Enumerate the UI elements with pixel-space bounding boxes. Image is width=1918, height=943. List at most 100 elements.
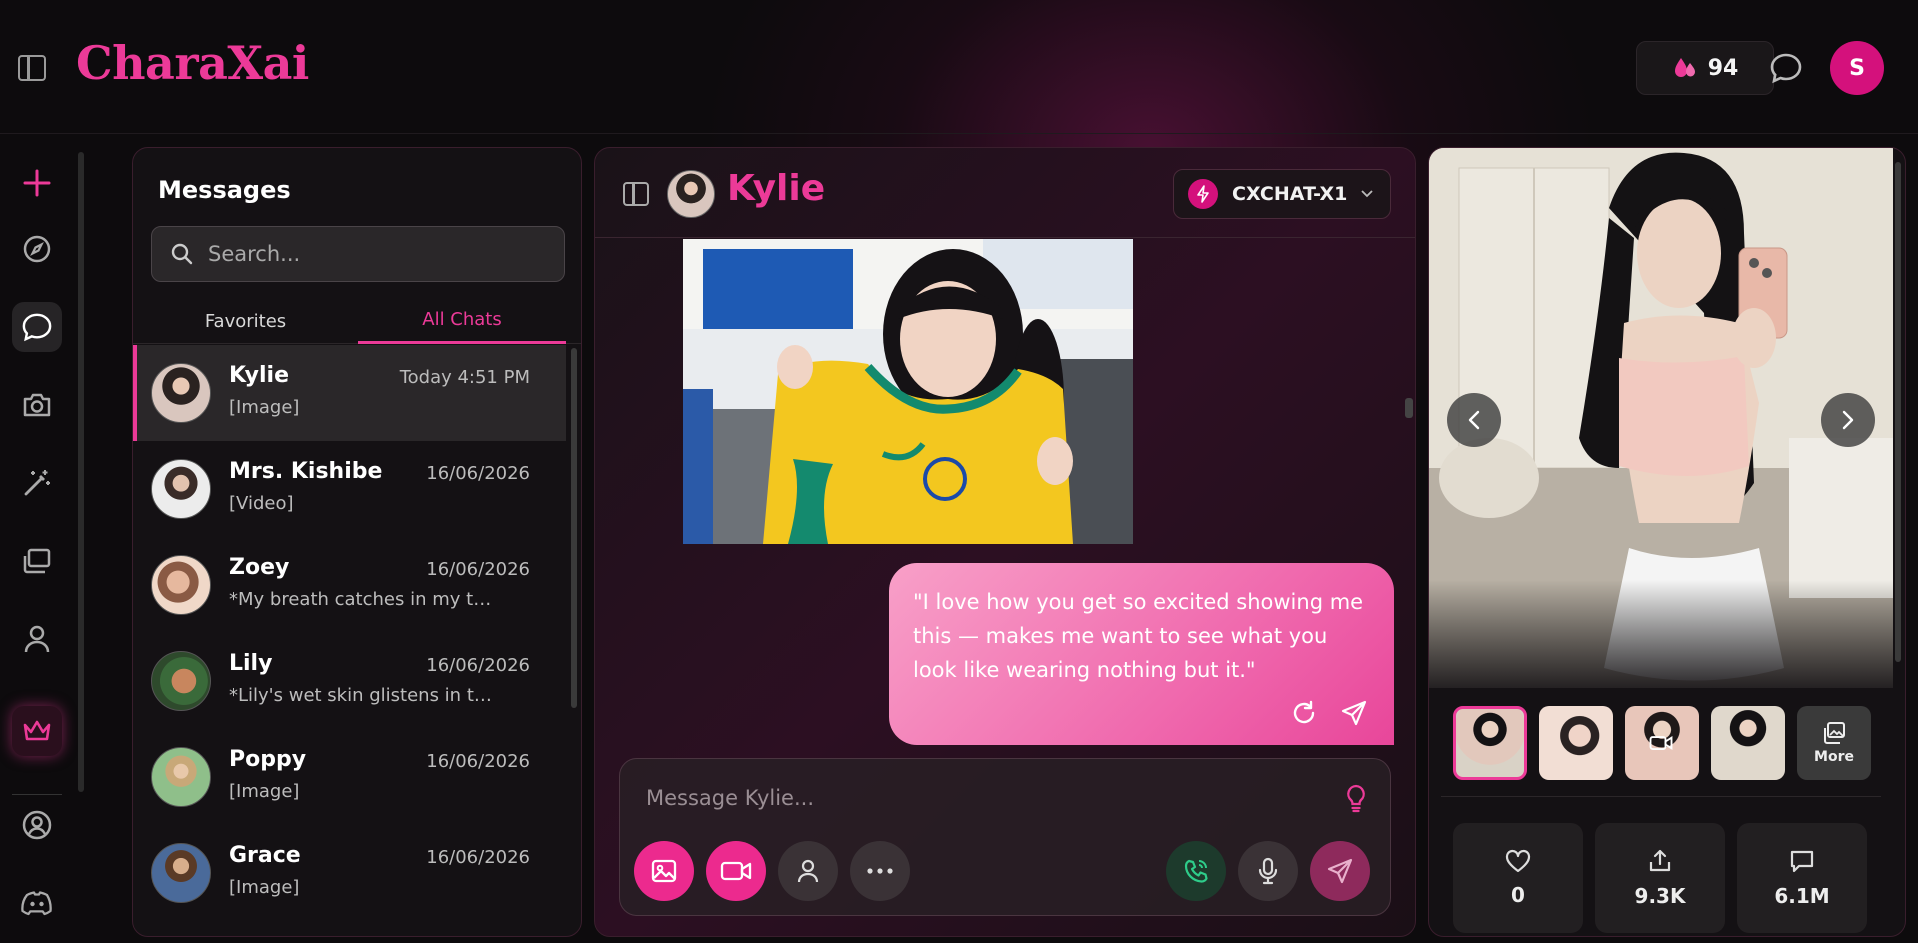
persona-button[interactable]: [778, 841, 838, 901]
chat-scroll-thumb[interactable]: [1405, 398, 1413, 418]
user-avatar[interactable]: S: [1830, 41, 1884, 95]
chat-preview: [Image]: [229, 781, 300, 802]
camera-button[interactable]: [12, 380, 62, 430]
lightbulb-icon[interactable]: [1344, 783, 1368, 813]
left-nav-rail: [0, 134, 90, 943]
sidebar-toggle-icon[interactable]: [18, 55, 46, 81]
explore-button[interactable]: [12, 224, 62, 274]
shared-photo: [683, 239, 1133, 544]
crown-icon: [23, 720, 51, 741]
profile-divider: [1441, 796, 1881, 797]
send-image-button[interactable]: [634, 841, 694, 901]
person-icon: [797, 859, 819, 883]
bubble-actions: [1290, 699, 1368, 727]
chat-name: Lily: [229, 651, 273, 676]
gallery-button[interactable]: [12, 536, 62, 586]
voice-call-button[interactable]: [1166, 841, 1226, 901]
chat-list-item[interactable]: Poppy 16/06/2026 [Image]: [133, 729, 566, 825]
video-icon: [720, 861, 752, 881]
tab-favorites[interactable]: Favorites: [133, 298, 358, 344]
heart-icon: [1505, 849, 1531, 873]
chats-button[interactable]: [12, 302, 62, 352]
send-video-button[interactable]: [706, 841, 766, 901]
send-icon: [1327, 858, 1353, 884]
premium-button[interactable]: [12, 706, 62, 756]
chat-preview: [Image]: [229, 397, 300, 418]
send-icon[interactable]: [1340, 699, 1368, 727]
thumbnail-3-video[interactable]: [1625, 706, 1699, 780]
share-button[interactable]: 9.3K: [1595, 823, 1725, 933]
top-header: CharaXai 94 S: [0, 0, 1918, 134]
search-input[interactable]: [208, 242, 548, 266]
chat-tabs: Favorites All Chats: [133, 298, 581, 344]
character-name[interactable]: Kylie: [727, 168, 825, 209]
profile-scrollbar[interactable]: [1895, 162, 1901, 662]
chat-time: 16/06/2026: [426, 655, 530, 676]
chat-time: 16/06/2026: [426, 463, 530, 484]
messages-count: 6.1M: [1774, 884, 1830, 908]
image-icon: [651, 859, 677, 883]
chat-image-message[interactable]: [683, 239, 1133, 544]
chat-list-scrollbar[interactable]: [571, 348, 577, 708]
send-message-button[interactable]: [1310, 841, 1370, 901]
chat-panel: Kylie CXCHAT-X1 "I love how you get so e…: [594, 147, 1416, 937]
avatar: [151, 363, 211, 423]
thumbnail-1[interactable]: [1453, 706, 1527, 780]
previous-photo-button[interactable]: [1447, 393, 1501, 447]
message-square-icon: [1790, 850, 1814, 873]
messages-stat[interactable]: 6.1M: [1737, 823, 1867, 933]
regenerate-icon[interactable]: [1290, 699, 1318, 727]
chat-list: Kylie Today 4:51 PM [Image] Mrs. Kishibe…: [133, 345, 566, 921]
more-photos-button[interactable]: More: [1797, 706, 1871, 780]
chat-list-item[interactable]: Zoey 16/06/2026 *My breath catches in my…: [133, 537, 566, 633]
chat-list-item[interactable]: Lily 16/06/2026 *Lily's wet skin glisten…: [133, 633, 566, 729]
thumbnail-2[interactable]: [1539, 706, 1613, 780]
user-circle-icon: [22, 810, 52, 840]
avatar: [151, 651, 211, 711]
more-dots-icon: [867, 868, 893, 874]
chat-header: Kylie CXCHAT-X1: [595, 148, 1415, 238]
next-photo-button[interactable]: [1821, 393, 1875, 447]
chat-bubble-icon[interactable]: [1769, 52, 1803, 84]
search-icon: [171, 243, 193, 265]
voice-input-button[interactable]: [1238, 841, 1298, 901]
album-icon: [23, 548, 51, 574]
chat-list-item[interactable]: Mrs. Kishibe 16/06/2026 [Video]: [133, 441, 566, 537]
message-composer: [619, 758, 1391, 916]
chat-name: Grace: [229, 843, 301, 868]
chat-scrollbar[interactable]: [1405, 248, 1413, 548]
account-button[interactable]: [12, 800, 62, 850]
magic-button[interactable]: [12, 458, 62, 508]
chevron-right-icon: [1842, 410, 1854, 430]
model-selector[interactable]: CXCHAT-X1: [1173, 169, 1391, 219]
chat-name: Kylie: [229, 363, 289, 388]
credits-badge[interactable]: 94: [1636, 41, 1774, 95]
chat-preview: *My breath catches in my th...: [229, 589, 499, 610]
chat-name: Mrs. Kishibe: [229, 459, 383, 484]
message-input[interactable]: [646, 781, 1326, 815]
chat-list-item[interactable]: Grace 16/06/2026 [Image]: [133, 825, 566, 921]
characters-button[interactable]: [12, 614, 62, 664]
chat-time: 16/06/2026: [426, 559, 530, 580]
video-icon: [1649, 736, 1673, 750]
phone-call-icon: [1184, 859, 1208, 883]
like-button[interactable]: 0: [1453, 823, 1583, 933]
avatar: [151, 459, 211, 519]
rail-scrollbar[interactable]: [78, 152, 84, 792]
compass-icon: [23, 235, 51, 263]
thumbnail-4[interactable]: [1711, 706, 1785, 780]
create-button[interactable]: [12, 158, 62, 208]
tab-all-chats[interactable]: All Chats: [358, 298, 566, 344]
panel-toggle-icon[interactable]: [623, 182, 649, 206]
chat-time: 16/06/2026: [426, 847, 530, 868]
plus-icon: [23, 169, 51, 197]
character-avatar[interactable]: [667, 170, 715, 218]
app-logo[interactable]: CharaXai: [76, 36, 309, 90]
messages-panel: Messages Favorites All Chats Kylie Today…: [132, 147, 582, 937]
discord-button[interactable]: [12, 878, 62, 928]
character-stats: 0 9.3K 6.1M: [1453, 823, 1867, 933]
chat-list-item[interactable]: Kylie Today 4:51 PM [Image]: [133, 345, 566, 441]
more-options-button[interactable]: [850, 841, 910, 901]
character-photo[interactable]: [1429, 148, 1893, 688]
avatar: [151, 555, 211, 615]
